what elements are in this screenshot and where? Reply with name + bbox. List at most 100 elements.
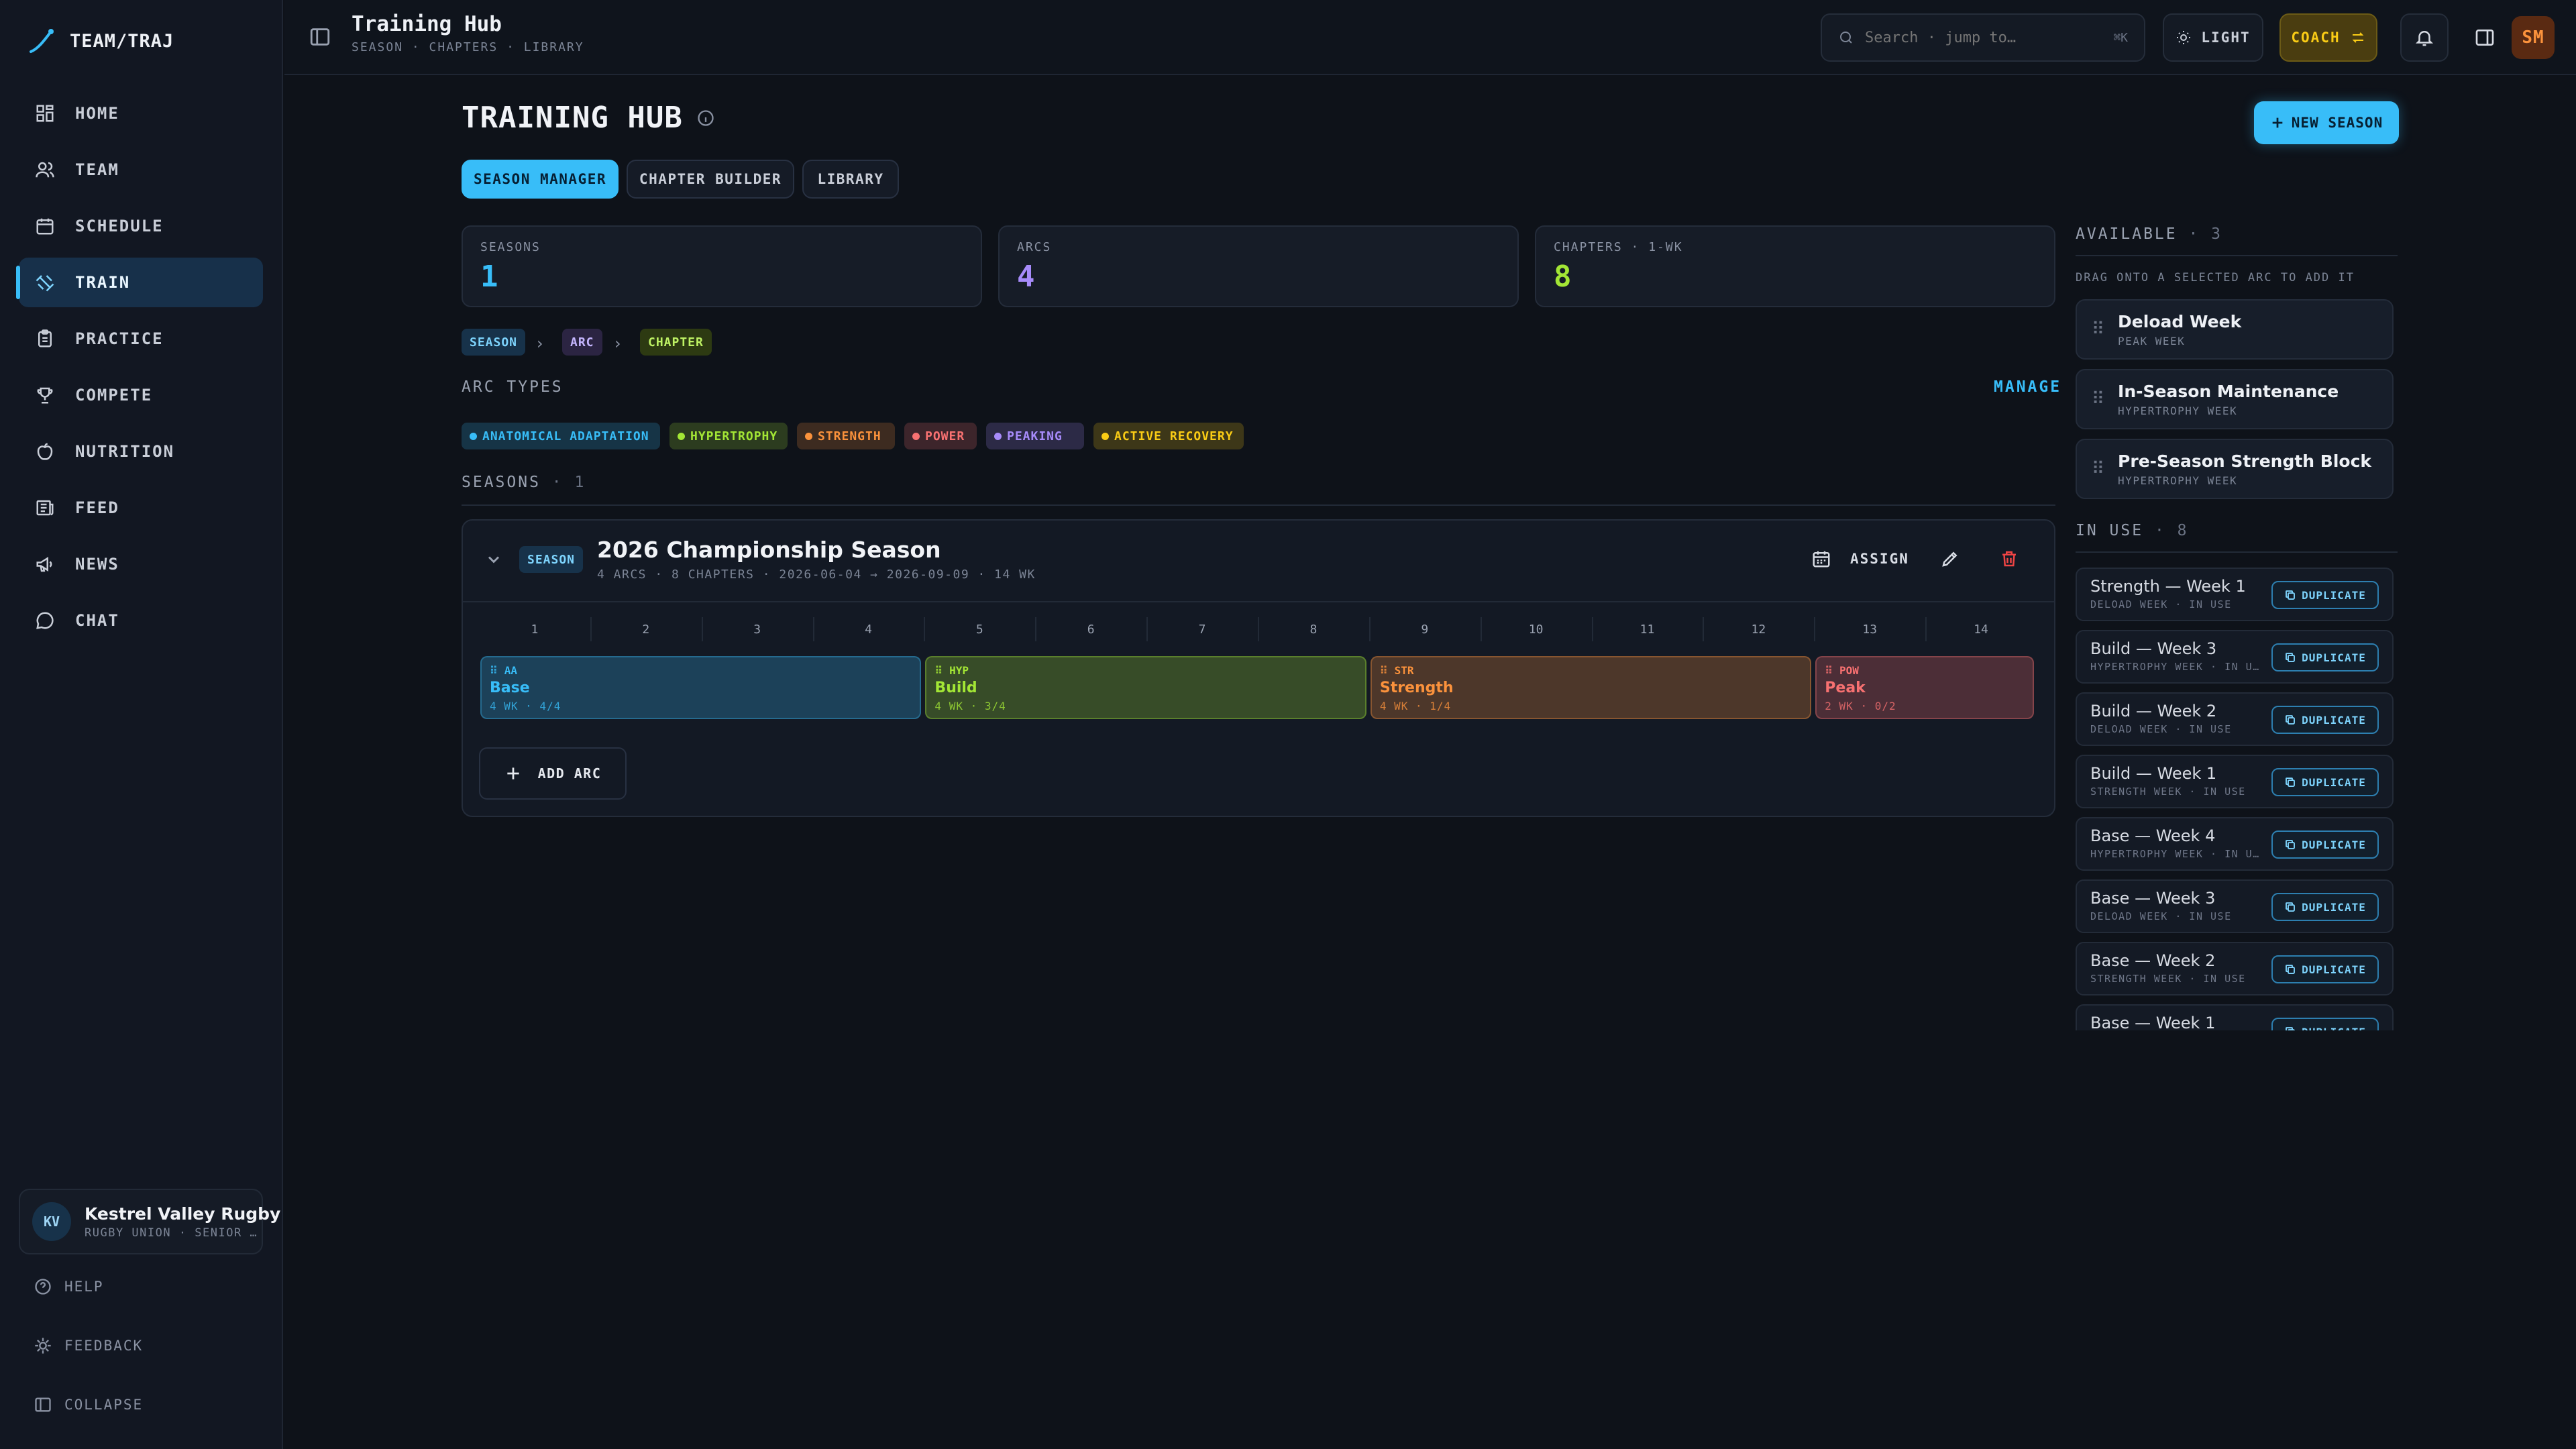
- notifications-button[interactable]: [2400, 13, 2449, 62]
- chapter-status: STRENGTH WEEK · IN USE: [2090, 786, 2246, 798]
- sidebar-item-feed[interactable]: FEED: [19, 483, 263, 533]
- arc-type-label: STRENGTH: [818, 429, 881, 443]
- drag-handle-icon[interactable]: ⠿: [2092, 389, 2104, 409]
- user-avatar[interactable]: SM: [2512, 16, 2555, 59]
- sidebar-item-team[interactable]: TEAM: [19, 145, 263, 195]
- bug-icon: [35, 1338, 51, 1354]
- manage-arc-types-link[interactable]: MANAGE: [1994, 378, 2061, 396]
- chat-icon: [36, 612, 54, 629]
- sidebar-item-compete[interactable]: COMPETE: [19, 370, 263, 420]
- divider: [2076, 255, 2398, 256]
- duplicate-button[interactable]: DUPLICATE: [2271, 1018, 2379, 1030]
- add-arc-button[interactable]: ADD ARC: [479, 747, 627, 800]
- arc-type-pill[interactable]: PEAKING: [986, 423, 1084, 449]
- role-switch-button[interactable]: COACH: [2279, 13, 2377, 62]
- duplicate-button[interactable]: DUPLICATE: [2271, 581, 2379, 609]
- arc-type-pill[interactable]: ACTIVE RECOVERY: [1093, 423, 1244, 449]
- duplicate-button[interactable]: DUPLICATE: [2271, 768, 2379, 796]
- week-label: 2: [642, 623, 650, 637]
- stat-label: SEASONS: [480, 240, 541, 254]
- week-divider: [1146, 617, 1148, 641]
- drag-handle-icon[interactable]: ⠿: [1825, 664, 1833, 677]
- in-use-chapter-list[interactable]: Strength — Week 1 DELOAD WEEK · IN USE DUP…: [2073, 561, 2402, 1030]
- arc-type-pill[interactable]: STRENGTH: [797, 423, 895, 449]
- arc-code: AA: [504, 664, 517, 677]
- in-use-heading: IN USE · 8: [2076, 522, 2189, 539]
- toggle-right-panel-button[interactable]: [2461, 13, 2509, 62]
- help-icon: [35, 1279, 51, 1295]
- trash-icon: [2002, 551, 2016, 567]
- week-divider: [924, 617, 926, 641]
- available-chapter-item[interactable]: ⠿ Pre-Season Strength Block HYPERTROPHY WE…: [2076, 439, 2394, 499]
- available-chapter-item[interactable]: ⠿ Deload Week PEAK WEEK: [2076, 299, 2394, 360]
- drag-handle-icon[interactable]: ⠿: [934, 664, 943, 677]
- add-arc-label: ADD ARC: [537, 765, 602, 782]
- org-switcher[interactable]: KV Kestrel Valley Rugby RUGBY UNION · SE…: [19, 1189, 280, 1254]
- chapter-status: DELOAD WEEK · IN USE: [2090, 910, 2232, 922]
- arc-type-pill[interactable]: HYPERTROPHY: [669, 423, 788, 449]
- sidebar-item-train[interactable]: TRAIN: [16, 258, 263, 307]
- collapse-season-button[interactable]: [484, 550, 503, 569]
- feedback-link[interactable]: FEEDBACK: [34, 1336, 143, 1355]
- week-divider: [1814, 617, 1816, 641]
- drag-handle-icon[interactable]: ⠿: [2092, 319, 2104, 339]
- season-name[interactable]: 2026 Championship Season: [597, 537, 941, 563]
- sidebar-item-nutrition[interactable]: NUTRITION: [19, 427, 263, 476]
- in-use-chapter-item: Base — Week 2 STRENGTH WEEK · IN USE DUPLI…: [2076, 942, 2394, 996]
- stat-value: 8: [1554, 260, 1572, 294]
- brand[interactable]: TEAM/TRAJ: [28, 25, 174, 56]
- assign-button[interactable]: ASSIGN: [1811, 549, 1909, 569]
- sidebar-item-home[interactable]: HOME: [19, 89, 263, 138]
- new-season-button[interactable]: NEW SEASON: [2254, 101, 2399, 144]
- help-link[interactable]: HELP: [34, 1277, 104, 1296]
- duplicate-button[interactable]: DUPLICATE: [2271, 830, 2379, 859]
- sidebar-item-label: HOME: [75, 104, 119, 123]
- arc-type-pill[interactable]: ANATOMICAL ADAPTATION: [462, 423, 660, 449]
- arc-bar[interactable]: ⠿ POW Peak 2 WK · 0/2: [1815, 656, 2034, 719]
- sidebar-item-label: COMPETE: [75, 386, 153, 405]
- divider: [2076, 551, 2398, 553]
- duplicate-button[interactable]: DUPLICATE: [2271, 706, 2379, 734]
- duplicate-label: DUPLICATE: [2302, 775, 2366, 789]
- arc-type-pill[interactable]: POWER: [904, 423, 977, 449]
- arc-meta: 4 WK · 1/4: [1379, 700, 1452, 712]
- sidebar-item-chat[interactable]: CHAT: [19, 596, 263, 645]
- drag-handle-icon[interactable]: ⠿: [2092, 459, 2104, 479]
- theme-toggle-button[interactable]: LIGHT: [2163, 13, 2263, 62]
- edit-season-button[interactable]: [1940, 549, 1960, 569]
- arc-bar[interactable]: ⠿ AA Base 4 WK · 4/4: [480, 656, 922, 719]
- duplicate-button[interactable]: DUPLICATE: [2271, 643, 2379, 672]
- collapse-sidebar-button[interactable]: COLLAPSE: [34, 1395, 143, 1414]
- duplicate-button[interactable]: DUPLICATE: [2271, 955, 2379, 983]
- arc-name: Base: [490, 680, 530, 696]
- search-box[interactable]: ⌘K: [1821, 13, 2145, 62]
- tab-chapter-builder[interactable]: CHAPTER BUILDER: [627, 160, 794, 199]
- arc-type-label: HYPERTROPHY: [690, 429, 778, 443]
- arc-types-heading: ARC TYPES: [462, 378, 564, 396]
- info-icon[interactable]: [696, 109, 715, 127]
- search-input[interactable]: [1865, 29, 2093, 46]
- chevron-right-icon: ›: [537, 334, 543, 353]
- copy-icon: [2286, 965, 2296, 974]
- arc-bar[interactable]: ⠿ STR Strength 4 WK · 1/4: [1370, 656, 1812, 719]
- sidebar-item-schedule[interactable]: SCHEDULE: [19, 201, 263, 251]
- delete-season-button[interactable]: [1999, 549, 2019, 569]
- tab-library[interactable]: LIBRARY: [802, 160, 899, 199]
- arc-bar[interactable]: ⠿ HYP Build 4 WK · 3/4: [925, 656, 1366, 719]
- chapter-type: PEAK WEEK: [2118, 334, 2186, 347]
- toggle-sidebar-button[interactable]: [309, 25, 331, 48]
- tab-season-manager[interactable]: SEASON MANAGER: [462, 160, 619, 199]
- duplicate-button[interactable]: DUPLICATE: [2271, 893, 2379, 921]
- duplicate-label: DUPLICATE: [2302, 588, 2366, 602]
- available-chapter-item[interactable]: ⠿ In-Season Maintenance HYPERTROPHY WEEK: [2076, 369, 2394, 429]
- drag-handle-icon[interactable]: ⠿: [1380, 664, 1388, 677]
- duplicate-label: DUPLICATE: [2302, 1026, 2366, 1031]
- sidebar-item-practice[interactable]: PRACTICE: [19, 314, 263, 364]
- search-icon: [1840, 32, 1852, 44]
- arc-code: HYP: [949, 664, 969, 677]
- in-use-chapter-item: Strength — Week 1 DELOAD WEEK · IN USE DUP…: [2076, 568, 2394, 621]
- home-icon: [36, 105, 54, 122]
- arc-name: Peak: [1825, 680, 1866, 696]
- drag-handle-icon[interactable]: ⠿: [490, 664, 498, 677]
- sidebar-item-news[interactable]: NEWS: [19, 539, 263, 589]
